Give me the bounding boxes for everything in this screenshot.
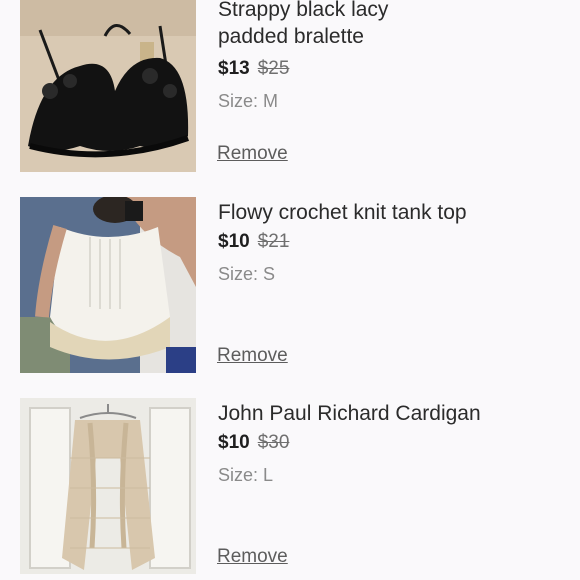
item-title[interactable]: John Paul Richard Cardigan (218, 400, 558, 427)
cart-item-list: Strappy black lacy padded bralette $13 $2… (0, 0, 580, 580)
item-price: $10 (218, 432, 250, 453)
item-price-row: $10 $30 (218, 431, 289, 455)
remove-button[interactable]: Remove (217, 142, 288, 166)
item-size: Size: S (218, 264, 276, 284)
item-size: Size: M (218, 91, 279, 111)
item-price: $13 (218, 58, 250, 79)
item-price-row: $13 $25 (218, 57, 289, 81)
cart-item: Strappy black lacy padded bralette $13 $2… (0, 0, 580, 172)
remove-button[interactable]: Remove (217, 545, 288, 569)
item-thumbnail[interactable] (20, 398, 196, 574)
item-title[interactable]: Strappy black lacy padded bralette (218, 0, 558, 50)
item-thumbnail[interactable] (20, 0, 196, 172)
cart-item: John Paul Richard Cardigan $10 $30 Size: … (0, 398, 580, 574)
item-original-price: $21 (257, 231, 290, 252)
remove-button[interactable]: Remove (217, 344, 288, 368)
item-original-price: $30 (257, 432, 290, 453)
item-thumbnail[interactable] (20, 197, 196, 373)
cart-item: Flowy crochet knit tank top $10 $21 Size:… (0, 197, 580, 373)
item-original-price: $25 (257, 58, 290, 79)
item-price-row: $10 $21 (218, 230, 289, 254)
item-price: $10 (218, 231, 250, 252)
item-title[interactable]: Flowy crochet knit tank top (218, 199, 558, 226)
item-size: Size: L (218, 465, 274, 485)
